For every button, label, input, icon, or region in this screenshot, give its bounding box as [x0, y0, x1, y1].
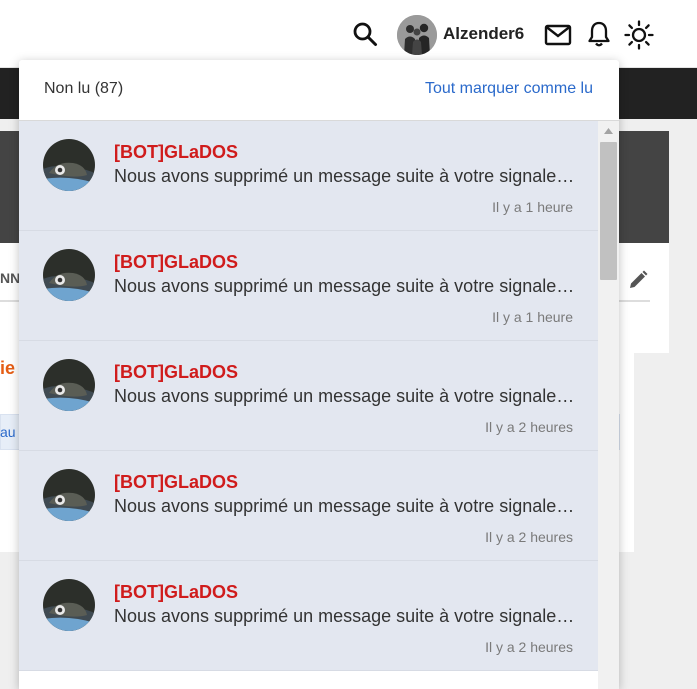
- bot-avatar: [43, 469, 95, 521]
- search-icon[interactable]: [352, 21, 378, 47]
- panel-title: ie: [0, 358, 16, 378]
- notification-message: Nous avons supprimé un message suite à v…: [114, 386, 579, 406]
- card-label: NN: [0, 270, 21, 286]
- notification-message: Nous avons supprimé un message suite à v…: [114, 606, 579, 626]
- mark-all-read-link[interactable]: Tout marquer comme lu: [425, 80, 593, 98]
- notification-message: Nous avons supprimé un message suite à v…: [114, 276, 579, 296]
- notification-item[interactable]: [BOT]GLaDOS Nous avons supprimé un messa…: [19, 121, 598, 231]
- notification-list: [BOT]GLaDOS Nous avons supprimé un messa…: [19, 121, 598, 671]
- notification-item[interactable]: [BOT]GLaDOS Nous avons supprimé un messa…: [19, 231, 598, 341]
- sun-icon[interactable]: [624, 20, 654, 50]
- pencil-icon[interactable]: [628, 270, 648, 290]
- notification-time: Il y a 1 heure: [492, 199, 573, 215]
- bot-avatar: [43, 579, 95, 631]
- notification-item[interactable]: [BOT]GLaDOS Nous avons supprimé un messa…: [19, 451, 598, 561]
- dropdown-footer: [19, 671, 598, 689]
- bot-avatar: [43, 249, 95, 301]
- notification-author: [BOT]GLaDOS: [114, 582, 238, 602]
- username[interactable]: Alzender6: [443, 24, 524, 44]
- panel-link-text[interactable]: au: [0, 424, 16, 440]
- notification-item[interactable]: [BOT]GLaDOS Nous avons supprimé un messa…: [19, 561, 598, 671]
- unread-count-title: Non lu (87): [44, 80, 124, 97]
- notification-item[interactable]: [BOT]GLaDOS Nous avons supprimé un messa…: [19, 341, 598, 451]
- notification-author: [BOT]GLaDOS: [114, 142, 238, 162]
- bell-icon[interactable]: [586, 20, 612, 48]
- notification-scrollbar[interactable]: [598, 121, 619, 689]
- mail-icon[interactable]: [544, 23, 572, 47]
- notifications-dropdown: Non lu (87) Tout marquer comme lu [BOT]G…: [19, 60, 619, 689]
- notification-time: Il y a 1 heure: [492, 309, 573, 325]
- dropdown-header: Non lu (87) Tout marquer comme lu: [19, 60, 619, 121]
- scroll-up-arrow-icon[interactable]: [598, 125, 619, 139]
- user-avatar[interactable]: [397, 15, 437, 55]
- scrollbar-thumb[interactable]: [600, 142, 617, 280]
- notification-author: [BOT]GLaDOS: [114, 472, 238, 492]
- notification-message: Nous avons supprimé un message suite à v…: [114, 496, 579, 516]
- bot-avatar: [43, 359, 95, 411]
- notification-time: Il y a 2 heures: [485, 639, 573, 655]
- notification-author: [BOT]GLaDOS: [114, 252, 238, 272]
- bot-avatar: [43, 139, 95, 191]
- notification-message: Nous avons supprimé un message suite à v…: [114, 166, 579, 186]
- notification-time: Il y a 2 heures: [485, 529, 573, 545]
- top-bar: Alzender6: [0, 0, 697, 68]
- notification-time: Il y a 2 heures: [485, 419, 573, 435]
- notification-author: [BOT]GLaDOS: [114, 362, 238, 382]
